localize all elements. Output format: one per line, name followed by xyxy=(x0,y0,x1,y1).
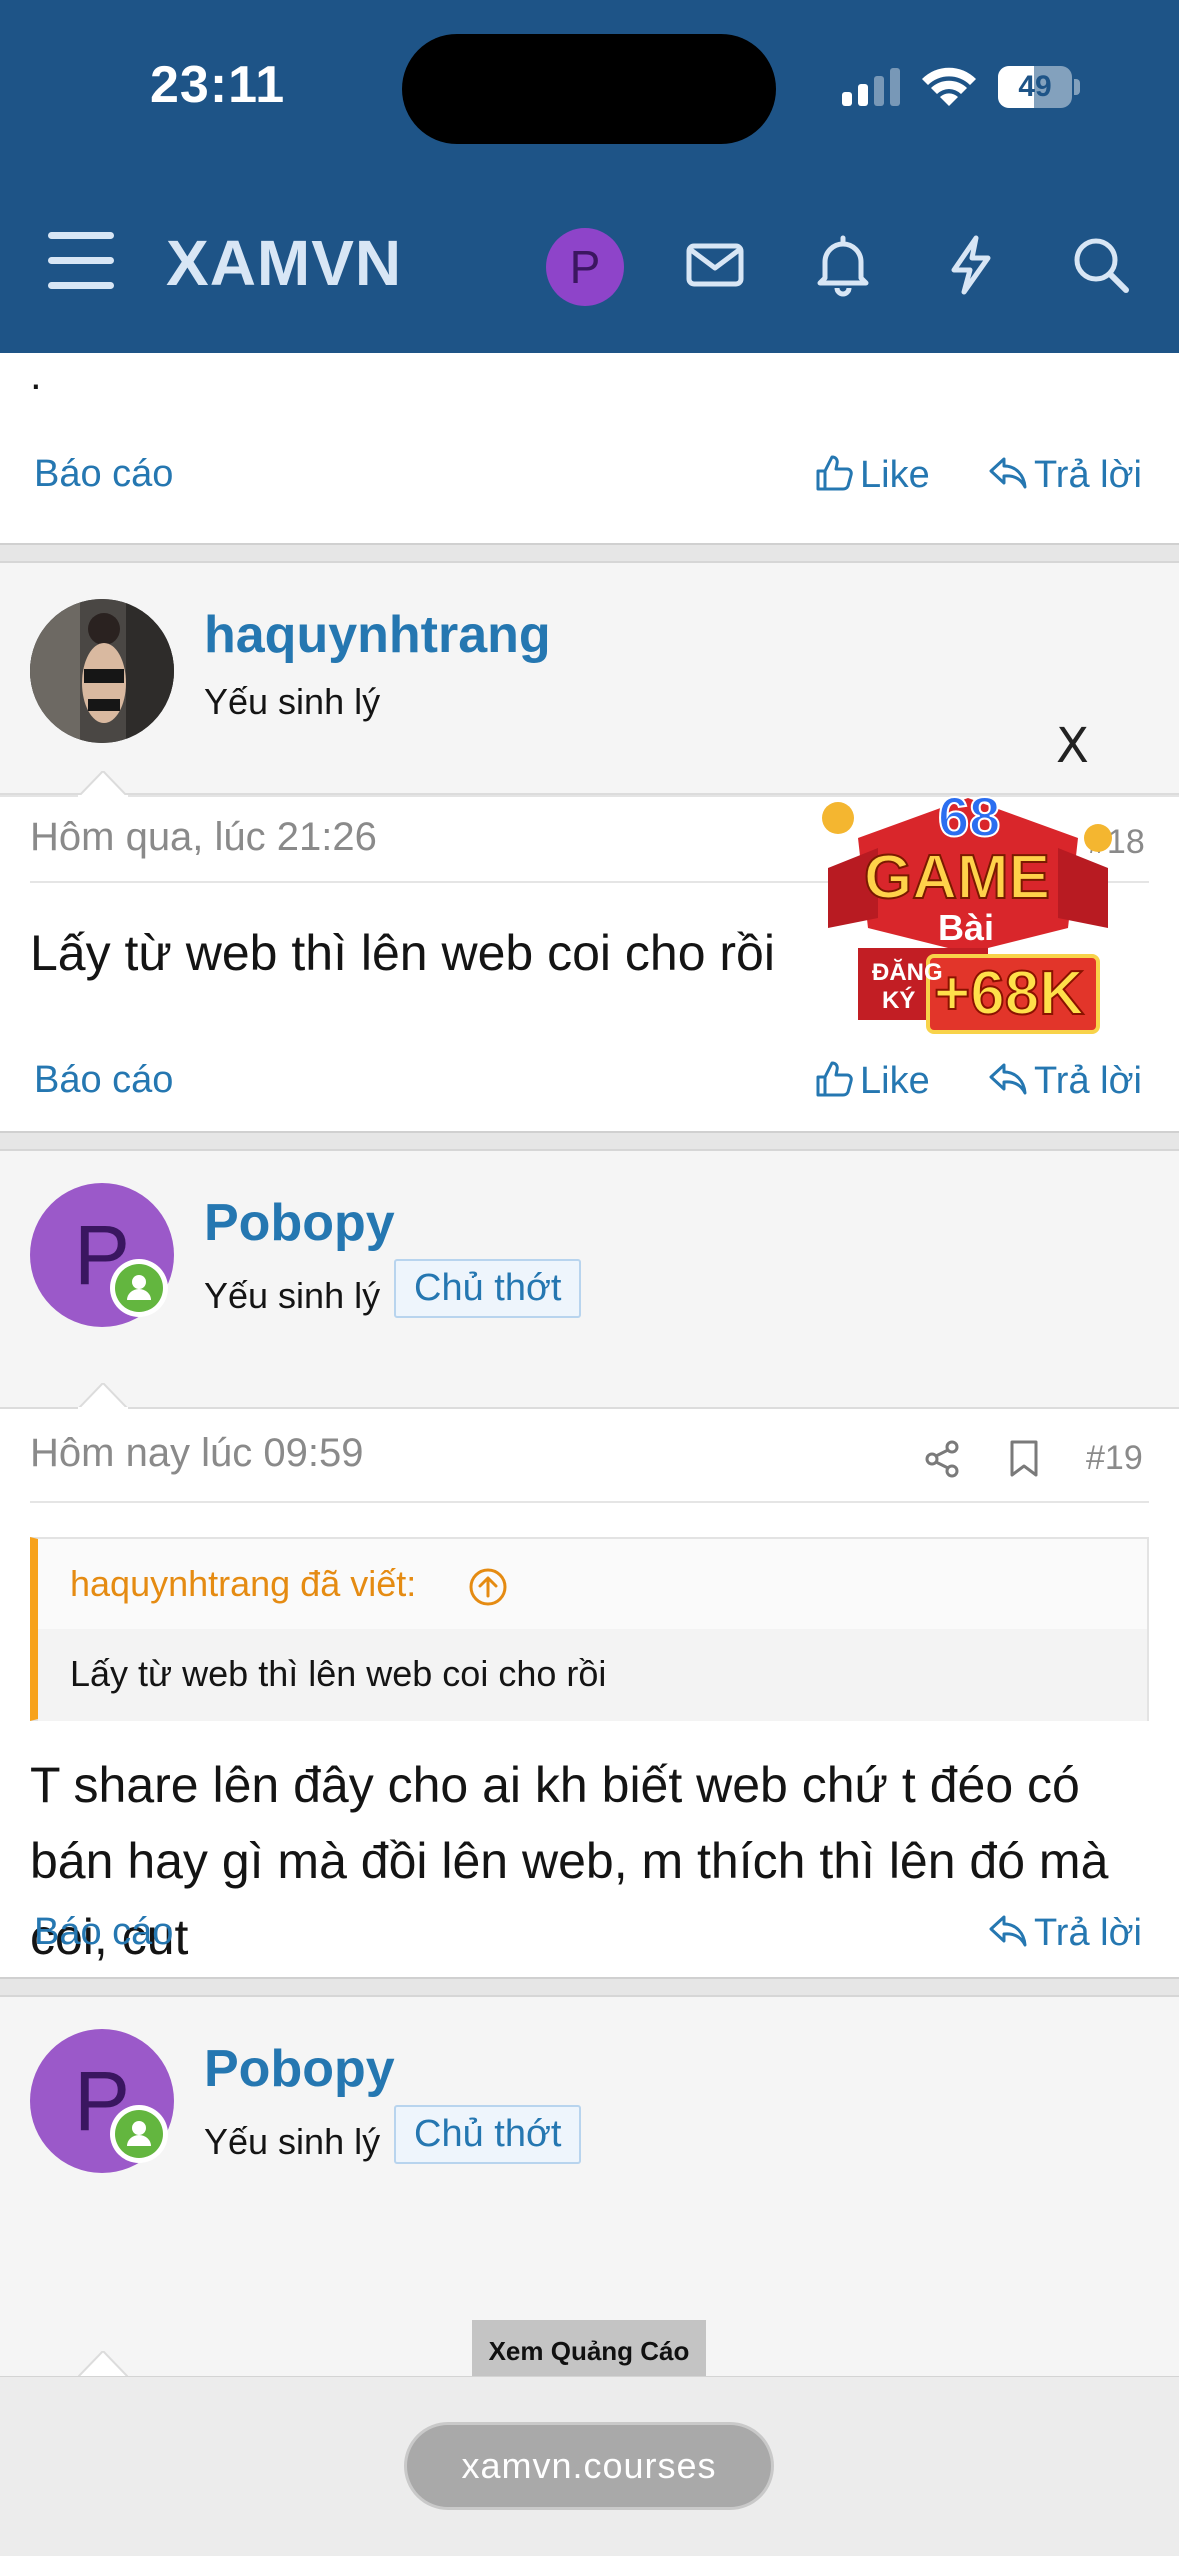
post-19-content: Hôm nay lúc 09:59 #19 haquynhtrang đã vi… xyxy=(0,1409,1179,1977)
username[interactable]: Pobopy xyxy=(204,2039,395,2099)
avatar-photo-image xyxy=(30,599,174,743)
post-separator xyxy=(0,1131,1179,1151)
post-body: T share lên đây cho ai kh biết web chứ t… xyxy=(30,1757,1109,1965)
ad-subtitle: Bài xyxy=(938,907,994,948)
ad-register-line2: KÝ xyxy=(882,986,915,1014)
username[interactable]: haquynhtrang xyxy=(204,605,551,665)
ad-number: 68 xyxy=(938,785,1000,848)
callout-notch xyxy=(78,1383,128,1409)
reply-button[interactable]: Trả lời xyxy=(988,1911,1142,1955)
reply-icon xyxy=(989,457,1027,489)
bolt-icon[interactable] xyxy=(938,232,1004,298)
like-button[interactable]: Like xyxy=(814,453,930,497)
cellular-signal-icon xyxy=(842,68,900,106)
like-label: Like xyxy=(860,454,930,496)
thread-starter-badge: Chủ thớt xyxy=(394,1259,582,1318)
share-icon[interactable] xyxy=(922,1439,962,1479)
reply-label: Trả lời xyxy=(1034,454,1142,496)
jump-to-quote-icon[interactable] xyxy=(468,1567,508,1607)
report-link[interactable]: Báo cáo xyxy=(34,1059,173,1102)
like-label: Like xyxy=(860,1060,930,1102)
floating-ad-banner[interactable]: 68 GAME Bài ĐĂNG KÝ +68K xyxy=(818,778,1118,1058)
nav-bar: XAMVN P xyxy=(0,200,1179,330)
ad-title: GAME xyxy=(864,843,1050,912)
meta-divider xyxy=(30,1501,1149,1503)
post-19-user-block: P Pobopy Yếu sinh lý Chủ thớt xyxy=(0,1151,1179,1409)
dynamic-island xyxy=(402,34,776,144)
browser-bottom-bar: xamvn.courses xyxy=(0,2376,1179,2556)
thumbs-up-icon xyxy=(816,455,853,491)
callout-notch xyxy=(78,2351,128,2376)
user-title: Yếu sinh lý xyxy=(204,681,381,722)
thread-starter-badge: Chủ thớt xyxy=(394,2105,582,2164)
reply-icon xyxy=(989,1915,1027,1947)
post-date[interactable]: Hôm qua, lúc 21:26 xyxy=(30,815,377,860)
user-title: Yếu sinh lý xyxy=(204,1275,381,1316)
status-bar: 23:11 49 xyxy=(0,0,1179,180)
report-link[interactable]: Báo cáo xyxy=(34,1911,173,1954)
reply-button[interactable]: Trả lời xyxy=(988,1059,1142,1103)
user-icon xyxy=(127,2121,151,2146)
bookmark-icon[interactable] xyxy=(1006,1439,1042,1479)
callout-notch xyxy=(78,771,128,797)
quote-block: haquynhtrang đã viết: Lấy từ web thì lên… xyxy=(30,1537,1149,1721)
thumbs-up-icon xyxy=(816,1061,853,1097)
battery-level: 49 xyxy=(1018,70,1052,103)
user-icon xyxy=(127,1275,151,1300)
online-status-badge xyxy=(110,1259,168,1317)
site-logo[interactable]: XAMVN xyxy=(166,226,402,300)
post-17-footer: . Báo cáo Like Trả lời xyxy=(0,353,1179,543)
account-avatar[interactable]: P xyxy=(546,228,624,306)
username[interactable]: Pobopy xyxy=(204,1193,395,1253)
bell-icon[interactable] xyxy=(810,232,876,298)
status-time: 23:11 xyxy=(150,56,286,114)
ad-register-line1: ĐĂNG xyxy=(872,958,943,986)
view-ad-label[interactable]: Xem Quảng Cáo xyxy=(472,2320,706,2382)
wifi-icon xyxy=(922,67,976,106)
url-bar[interactable]: xamvn.courses xyxy=(404,2422,774,2510)
reply-label: Trả lời xyxy=(1034,1912,1142,1954)
mail-icon[interactable] xyxy=(682,232,748,298)
ad-bonus: +68K xyxy=(934,959,1084,1028)
reply-label: Trả lời xyxy=(1034,1060,1142,1102)
user-title: Yếu sinh lý xyxy=(204,2121,381,2162)
thread-feed[interactable]: . Báo cáo Like Trả lời haquynhtrang Yếu … xyxy=(0,353,1179,2376)
quote-author[interactable]: haquynhtrang đã viết: xyxy=(70,1563,416,1605)
ad-close-button[interactable]: X xyxy=(1056,718,1089,774)
reply-button[interactable]: Trả lời xyxy=(988,453,1142,497)
menu-icon[interactable] xyxy=(48,232,114,292)
app-header: 23:11 49 XAMVN P xyxy=(0,0,1179,353)
quote-text: Lấy từ web thì lên web coi cho rồi xyxy=(70,1653,607,1694)
game-ad-graphic: 68 GAME Bài ĐĂNG KÝ +68K xyxy=(822,784,1112,1034)
post-separator xyxy=(0,543,1179,563)
like-button[interactable]: Like xyxy=(814,1059,930,1103)
report-link[interactable]: Báo cáo xyxy=(34,453,173,496)
user-avatar-photo[interactable] xyxy=(30,599,174,743)
post-17-text: . xyxy=(30,353,42,398)
online-status-badge xyxy=(110,2105,168,2163)
battery-indicator: 49 xyxy=(998,66,1080,108)
post-date[interactable]: Hôm nay lúc 09:59 xyxy=(30,1431,364,1476)
post-separator xyxy=(0,1977,1179,1997)
search-icon[interactable] xyxy=(1068,232,1134,298)
reply-icon xyxy=(989,1063,1027,1095)
post-18-user-block: haquynhtrang Yếu sinh lý xyxy=(0,563,1179,795)
post-number[interactable]: #19 xyxy=(1086,1439,1143,1478)
